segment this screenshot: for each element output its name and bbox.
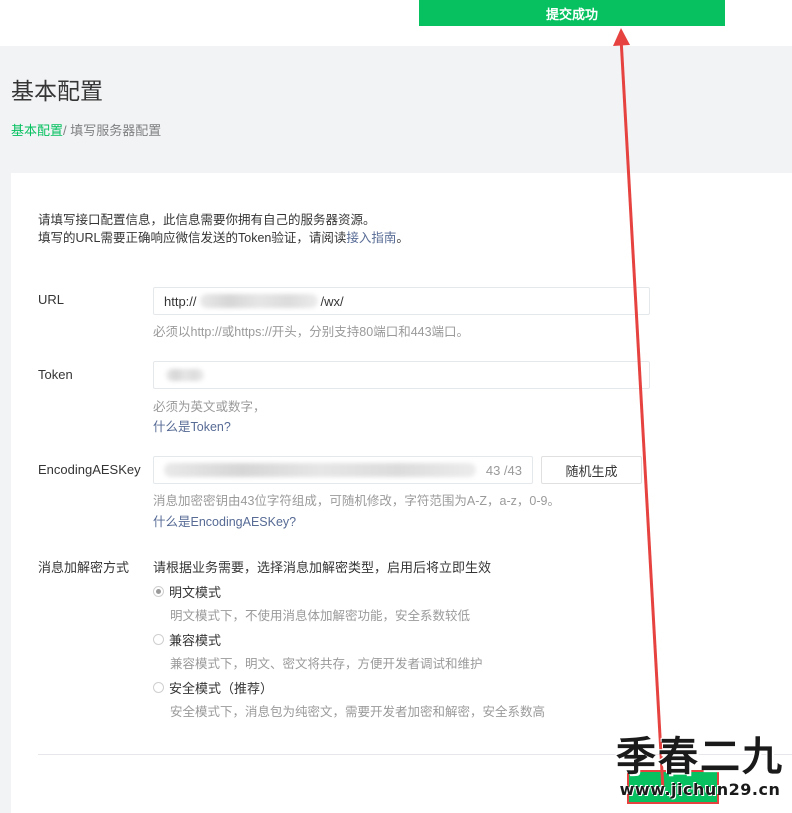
- aeskey-char-counter: 43 /43: [485, 462, 522, 478]
- aeskey-hint: 消息加密密钥由43位字符组成，可随机修改，字符范围为A-Z，a-z，0-9。: [153, 494, 560, 508]
- watermark-title: 季春二九: [616, 733, 784, 780]
- radio-secure-mode[interactable]: 安全模式（推荐）: [153, 678, 273, 697]
- token-label: Token: [38, 367, 73, 382]
- plaintext-mode-desc: 明文模式下，不使用消息体加解密功能，安全系数较低: [170, 609, 471, 623]
- random-generate-button[interactable]: 随机生成: [541, 456, 642, 484]
- url-redacted-blur: [199, 294, 318, 308]
- intro-line-2: 填写的URL需要正确响应微信发送的Token验证，请阅读接入指南。: [38, 231, 409, 245]
- token-input[interactable]: [153, 361, 650, 389]
- watermark-url: www.jichun29.cn: [619, 780, 781, 799]
- url-label: URL: [38, 292, 65, 307]
- encryption-mode-label: 消息加解密方式: [38, 560, 130, 575]
- token-redacted-blur: [166, 369, 204, 381]
- intro-text: 请填写接口配置信息，此信息需要你拥有自己的服务器资源。 填写的URL需要正确响应…: [38, 211, 409, 247]
- aeskey-redacted-blur: [164, 463, 476, 477]
- url-hint: 必须以http://或https://开头，分别支持80端口和443端口。: [153, 325, 470, 339]
- breadcrumb: 基本配置/ 填写服务器配置: [11, 120, 161, 139]
- radio-label-secure: 安全模式（推荐）: [169, 681, 274, 696]
- url-value-suffix: /wx/: [320, 293, 344, 309]
- what-is-token-link[interactable]: 什么是Token?: [153, 416, 231, 435]
- aeskey-input[interactable]: 43 /43: [153, 456, 533, 484]
- radio-label-plaintext: 明文模式: [169, 585, 222, 600]
- access-guide-link[interactable]: 接入指南: [346, 231, 396, 245]
- radio-label-compatible: 兼容模式: [169, 633, 222, 648]
- aeskey-label: EncodingAESKey: [38, 462, 141, 477]
- intro-line-1: 请填写接口配置信息，此信息需要你拥有自己的服务器资源。: [38, 213, 376, 227]
- radio-button[interactable]: [153, 634, 164, 645]
- breadcrumb-current: 填写服务器配置: [70, 123, 162, 138]
- secure-mode-desc: 安全模式下，消息包为纯密文，需要开发者加密和解密，安全系数高: [170, 705, 546, 719]
- url-input[interactable]: http:// /wx/: [153, 287, 650, 315]
- what-is-aeskey-link[interactable]: 什么是EncodingAESKey?: [153, 511, 296, 530]
- token-hint: 必须为英文或数字，: [153, 400, 266, 414]
- radio-compatible-mode[interactable]: 兼容模式: [153, 630, 221, 649]
- radio-button[interactable]: [153, 682, 164, 693]
- page-title: 基本配置: [11, 78, 103, 104]
- encryption-mode-description: 请根据业务需要，选择消息加解密类型，启用后将立即生效: [153, 560, 492, 575]
- compatible-mode-desc: 兼容模式下，明文、密文将共存，方便开发者调试和维护: [170, 657, 483, 671]
- url-value-prefix: http://: [164, 293, 197, 309]
- watermark-logo: 季春二九 www.jichun29.cn: [608, 734, 792, 813]
- radio-button-checked[interactable]: [153, 586, 164, 597]
- success-toast: 提交成功: [419, 0, 725, 26]
- breadcrumb-link-basic-config[interactable]: 基本配置: [11, 123, 63, 138]
- radio-plaintext-mode[interactable]: 明文模式: [153, 582, 221, 601]
